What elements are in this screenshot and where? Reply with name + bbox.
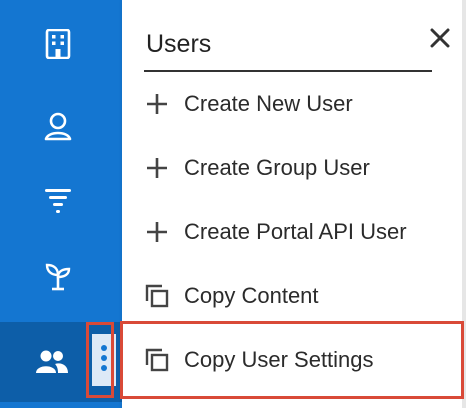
menu-item-create-group-user[interactable]: Create Group User [122, 136, 466, 200]
users-dropdown-panel: Users Create New User Create Group User … [122, 0, 466, 408]
close-icon [430, 28, 450, 53]
plant-icon [40, 258, 76, 294]
close-button[interactable] [424, 24, 456, 56]
menu-item-create-portal-api-user[interactable]: Create Portal API User [122, 200, 466, 264]
sidebar [0, 0, 122, 408]
panel-title: Users [146, 30, 212, 58]
plus-icon [144, 219, 170, 245]
menu-item-copy-user-settings[interactable]: Copy User Settings [122, 328, 466, 392]
sidebar-item-forecasts[interactable] [0, 168, 122, 232]
sidebar-item-accounts[interactable] [0, 12, 122, 76]
menu-item-create-new-user[interactable]: Create New User [122, 72, 466, 136]
menu-item-label: Create Portal API User [184, 219, 407, 244]
menu-item-label: Create Group User [184, 155, 370, 180]
user-icon [40, 108, 76, 144]
plus-icon [144, 91, 170, 117]
copy-icon [144, 283, 170, 309]
filter-icon [40, 182, 76, 218]
users-icon [34, 344, 70, 380]
sidebar-item-opportunities[interactable] [0, 244, 122, 308]
sidebar-item-contacts[interactable] [0, 94, 122, 158]
screen: Users Create New User Create Group User … [0, 0, 466, 408]
copy-icon [144, 347, 170, 373]
panel-edge [462, 0, 466, 408]
menu-item-label: Copy Content [184, 283, 319, 308]
building-icon [40, 26, 76, 62]
plus-icon [144, 155, 170, 181]
menu-item-label: Copy User Settings [184, 347, 374, 372]
menu-item-label: Create New User [184, 91, 353, 116]
menu-item-copy-content[interactable]: Copy Content [122, 264, 466, 328]
kebab-highlight-outline [86, 322, 114, 398]
